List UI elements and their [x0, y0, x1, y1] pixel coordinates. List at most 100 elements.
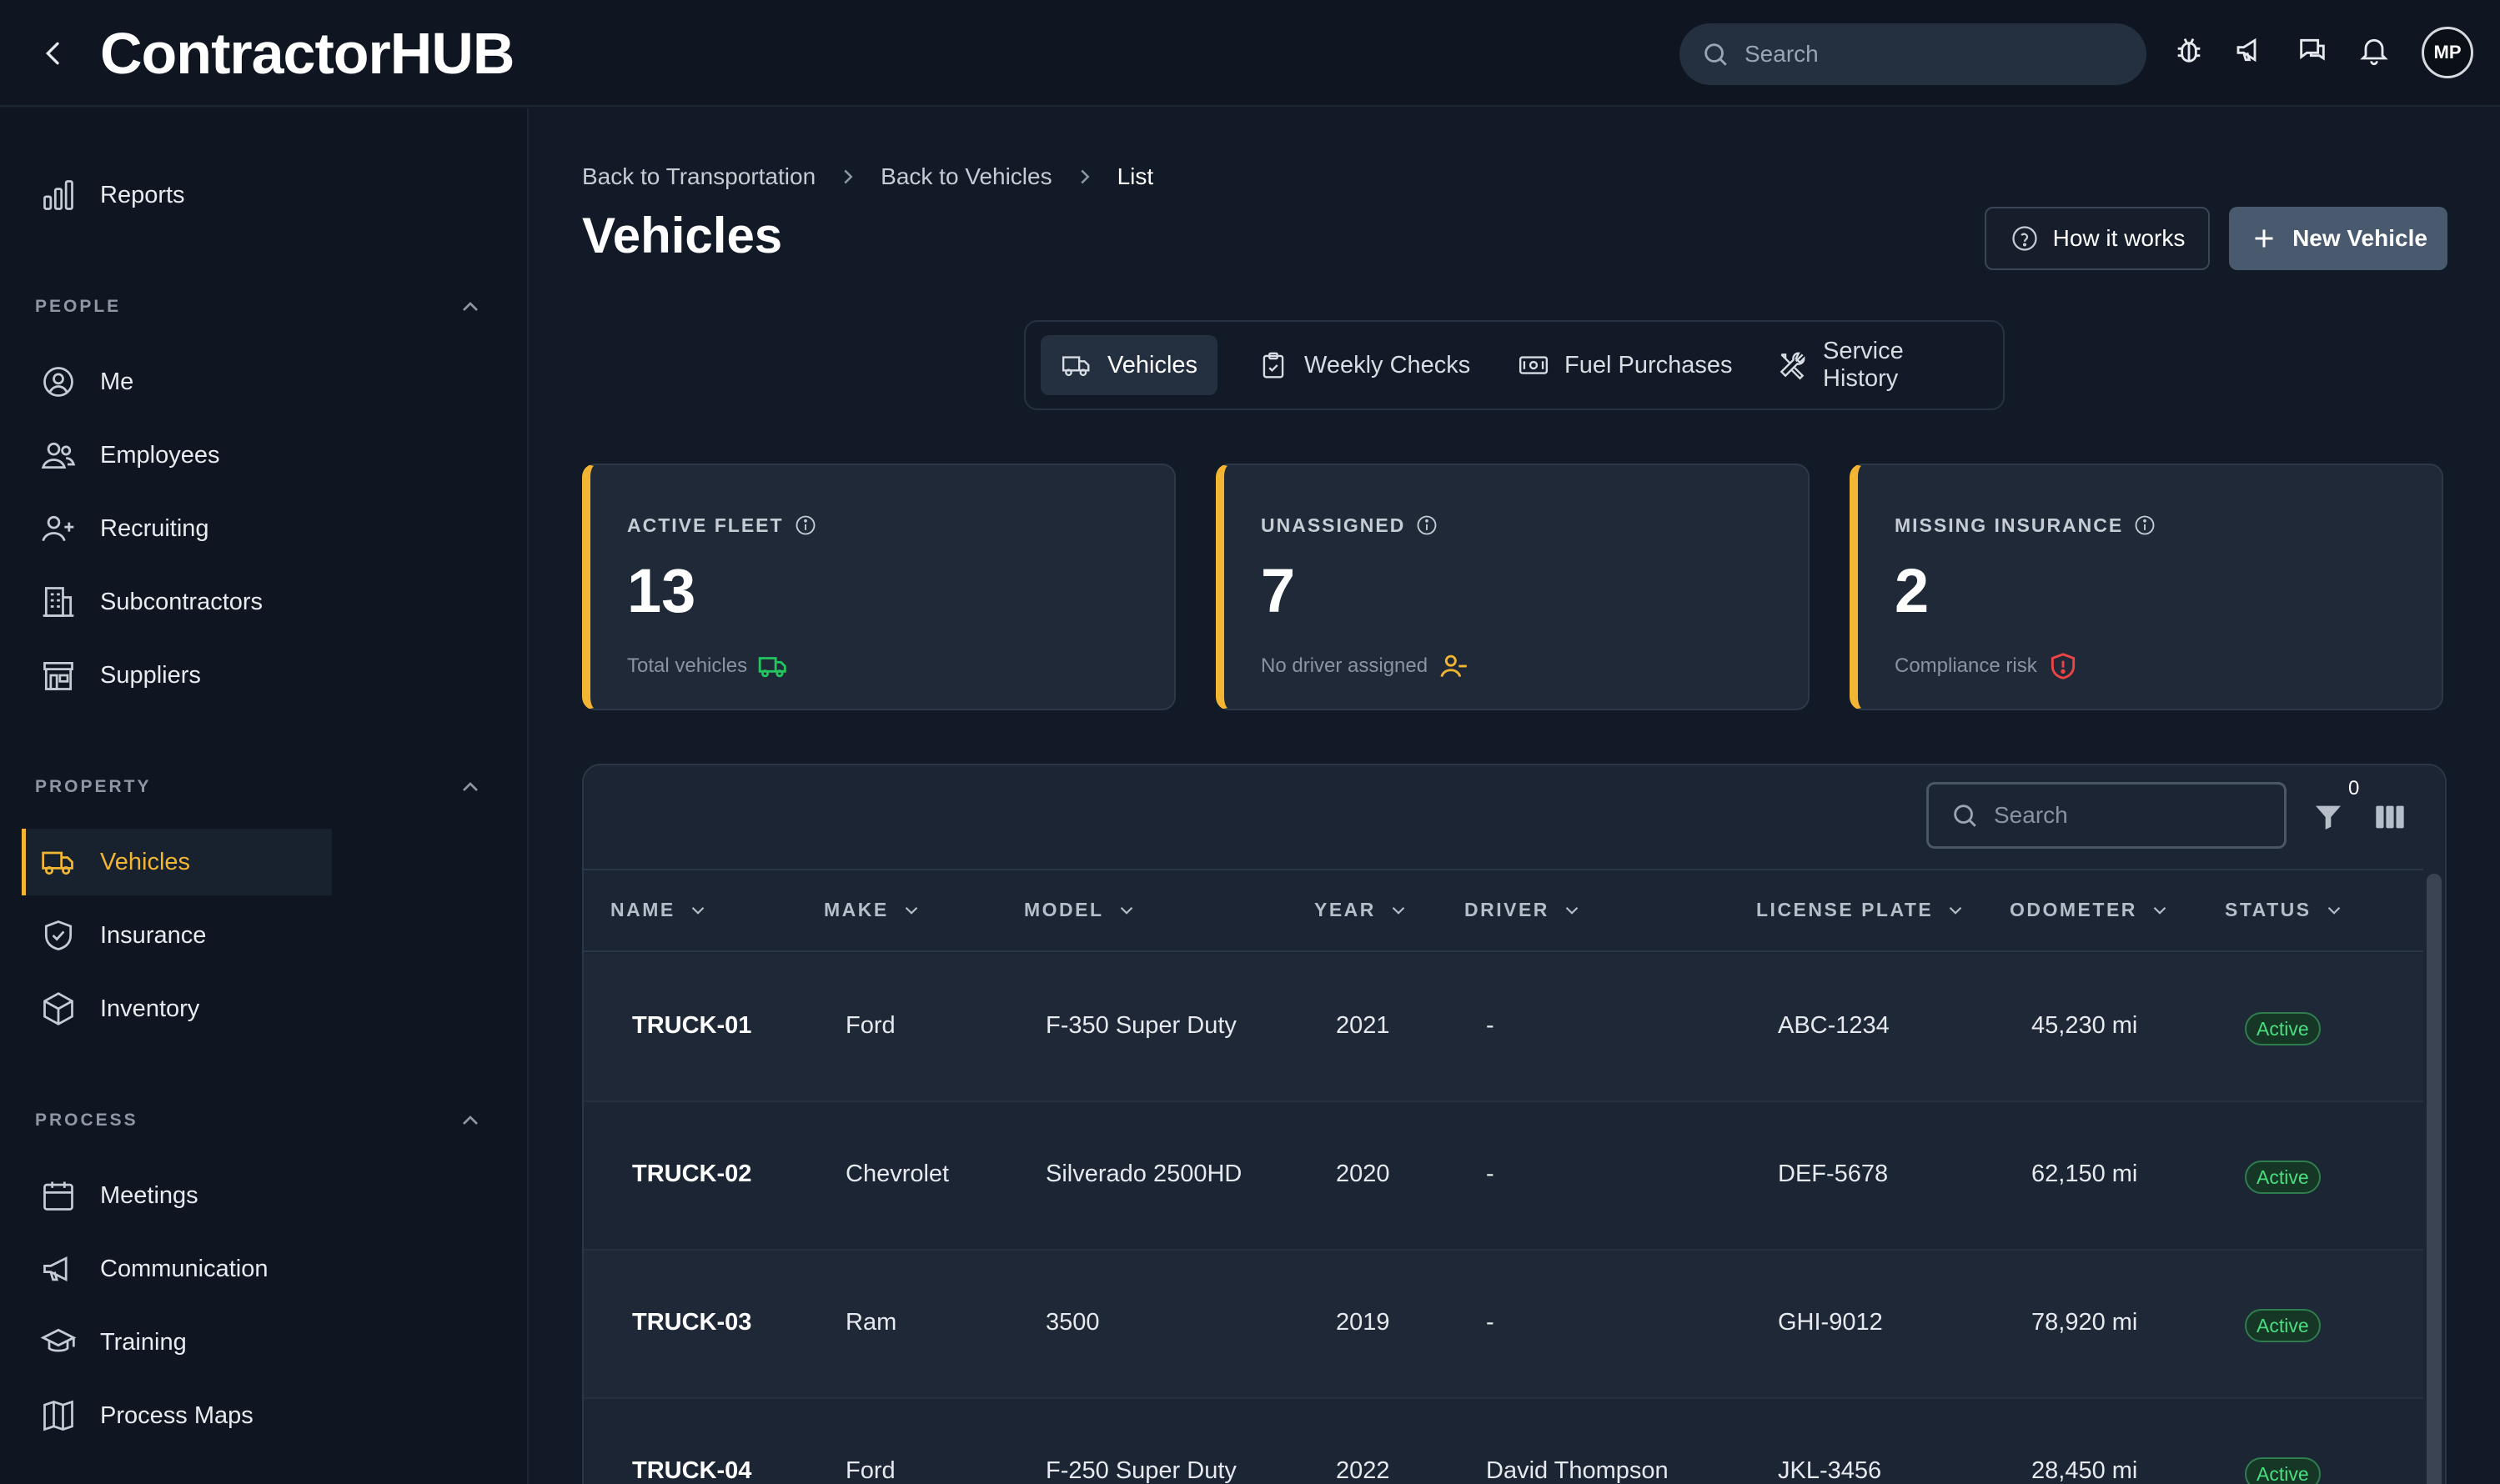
- tab-weekly-checks[interactable]: Weekly Checks: [1237, 335, 1490, 395]
- chevron-down-icon: [2323, 900, 2345, 921]
- chevron-down-icon: [1945, 900, 1966, 921]
- chevron-down-icon: [901, 900, 922, 921]
- sidebar-item-process-maps[interactable]: Process Maps: [22, 1382, 332, 1449]
- app-logo[interactable]: ContractorHUB: [100, 20, 515, 87]
- breadcrumb-back-to-vehicles[interactable]: Back to Vehicles: [881, 163, 1052, 190]
- cell-name: TRUCK-04: [632, 1457, 752, 1484]
- status-badge: Active: [2245, 1161, 2321, 1194]
- chevron-down-icon: [1388, 900, 1409, 921]
- sidebar-item-employees[interactable]: Employees: [22, 422, 332, 489]
- column-header-driver[interactable]: DRIVER: [1464, 899, 1583, 921]
- building-icon: [40, 584, 77, 620]
- info-icon[interactable]: [2133, 514, 2156, 537]
- banknote-icon: [1518, 349, 1549, 381]
- breadcrumb: Back to Transportation Back to Vehicles …: [582, 163, 1153, 190]
- column-header-odometer[interactable]: ODOMETER: [2010, 899, 2171, 921]
- table-row[interactable]: TRUCK-01 Ford F-350 Super Duty 2021 - AB…: [584, 954, 2423, 1102]
- store-icon: [40, 657, 77, 694]
- cell-driver: David Thompson: [1486, 1457, 1669, 1484]
- chevron-up-icon[interactable]: [457, 774, 484, 800]
- table-row[interactable]: TRUCK-04 Ford F-250 Super Duty 2022 Davi…: [584, 1399, 2423, 1484]
- tab-vehicles[interactable]: Vehicles: [1041, 335, 1218, 395]
- table-row[interactable]: TRUCK-03 Ram 3500 2019 - GHI-9012 78,920…: [584, 1251, 2423, 1399]
- kpi-subtitle: Compliance risk: [1895, 654, 2037, 677]
- tab-service-history[interactable]: Service History: [1756, 335, 2003, 395]
- sidebar-item-subcontractors[interactable]: Subcontractors: [22, 569, 332, 635]
- search-icon: [1701, 40, 1729, 68]
- shield-check-icon: [40, 917, 77, 954]
- chat-icon[interactable]: [2296, 33, 2334, 72]
- cell-odometer: 62,150 mi: [2031, 1161, 2138, 1187]
- sidebar-item-communication[interactable]: Communication: [22, 1236, 332, 1302]
- cell-model: 3500: [1046, 1309, 1100, 1336]
- cell-license-plate: GHI-9012: [1778, 1309, 1883, 1336]
- sidebar-item-label: Meetings: [100, 1181, 198, 1209]
- cell-model: F-350 Super Duty: [1046, 1012, 1237, 1039]
- sidebar-item-label: Training: [100, 1328, 187, 1356]
- chevron-up-icon[interactable]: [457, 1107, 484, 1134]
- sidebar-item-label: Inventory: [100, 995, 200, 1022]
- truck-icon: [1061, 349, 1092, 381]
- cell-name: TRUCK-02: [632, 1161, 752, 1187]
- clipboard-check-icon: [1258, 349, 1289, 381]
- new-vehicle-button[interactable]: New Vehicle: [2229, 207, 2447, 270]
- column-header-year[interactable]: YEAR: [1314, 899, 1409, 921]
- chevron-down-icon: [1561, 900, 1583, 921]
- column-header-make[interactable]: MAKE: [824, 899, 922, 921]
- column-header-license-plate[interactable]: LICENSE PLATE: [1756, 899, 1966, 921]
- bell-icon[interactable]: [2357, 33, 2396, 72]
- tab-fuel-purchases[interactable]: Fuel Purchases: [1498, 335, 1753, 395]
- view-tabs: Vehicles Weekly Checks Fuel Purchases Se…: [1024, 320, 2005, 410]
- sidebar-item-inventory[interactable]: Inventory: [22, 975, 332, 1042]
- cell-odometer: 78,920 mi: [2031, 1309, 2138, 1336]
- table-row[interactable]: TRUCK-02 Chevrolet Silverado 2500HD 2020…: [584, 1102, 2423, 1251]
- cell-name: TRUCK-01: [632, 1012, 752, 1039]
- sidebar-item-me[interactable]: Me: [22, 348, 332, 415]
- map-icon: [40, 1397, 77, 1434]
- info-icon[interactable]: [1415, 514, 1438, 537]
- column-header-model[interactable]: MODEL: [1024, 899, 1137, 921]
- truck-icon: [757, 650, 789, 682]
- cell-model: Silverado 2500HD: [1046, 1161, 1242, 1187]
- cell-make: Ram: [846, 1309, 897, 1336]
- kpi-subtitle: No driver assigned: [1261, 654, 1428, 677]
- megaphone-icon[interactable]: [2234, 33, 2272, 72]
- sidebar-item-label: Reports: [100, 181, 185, 208]
- chevron-down-icon: [1116, 900, 1137, 921]
- column-header-name[interactable]: NAME: [610, 899, 709, 921]
- bar-chart-icon: [40, 177, 77, 213]
- status-badge: Active: [2245, 1457, 2321, 1484]
- cell-make: Ford: [846, 1012, 896, 1039]
- cell-license-plate: DEF-5678: [1778, 1161, 1889, 1187]
- user-avatar[interactable]: MP: [2422, 27, 2473, 78]
- breadcrumb-back-to-transportation[interactable]: Back to Transportation: [582, 163, 816, 190]
- kpi-card-missing-insurance: MISSING INSURANCE 2 Compliance risk: [1850, 464, 2443, 710]
- table-header: NAME MAKE MODEL YEAR DRIVER LICENSE PLAT…: [584, 869, 2423, 952]
- truck-icon: [40, 844, 77, 880]
- status-badge: Active: [2245, 1309, 2321, 1342]
- bug-icon[interactable]: [2172, 33, 2211, 72]
- columns-icon[interactable]: [2373, 800, 2407, 834]
- sidebar-item-training[interactable]: Training: [22, 1309, 332, 1376]
- table-search-input[interactable]: Search: [1926, 782, 2287, 849]
- sidebar-item-insurance[interactable]: Insurance: [22, 902, 332, 969]
- back-arrow-icon[interactable]: [37, 37, 70, 70]
- calendar-icon: [40, 1177, 77, 1214]
- sidebar-item-suppliers[interactable]: Suppliers: [22, 642, 332, 709]
- kpi-value: 7: [1261, 556, 1296, 625]
- sidebar-item-reports[interactable]: Reports: [22, 162, 332, 228]
- sidebar-item-label: Subcontractors: [100, 588, 264, 615]
- global-search-input[interactable]: Search: [1679, 23, 2146, 85]
- sidebar-item-label: Process Maps: [100, 1401, 254, 1429]
- info-icon[interactable]: [794, 514, 817, 537]
- table-scrollbar[interactable]: [2427, 874, 2442, 1484]
- sidebar-item-vehicles[interactable]: Vehicles: [22, 829, 332, 895]
- filter-icon[interactable]: [2312, 800, 2345, 834]
- cell-name: TRUCK-03: [632, 1309, 752, 1336]
- column-header-status[interactable]: STATUS: [2225, 899, 2345, 921]
- cell-year: 2021: [1336, 1012, 1390, 1039]
- chevron-up-icon[interactable]: [457, 293, 484, 320]
- sidebar-item-recruiting[interactable]: Recruiting: [22, 495, 332, 562]
- sidebar-item-meetings[interactable]: Meetings: [22, 1162, 332, 1229]
- how-it-works-button[interactable]: How it works: [1985, 207, 2210, 270]
